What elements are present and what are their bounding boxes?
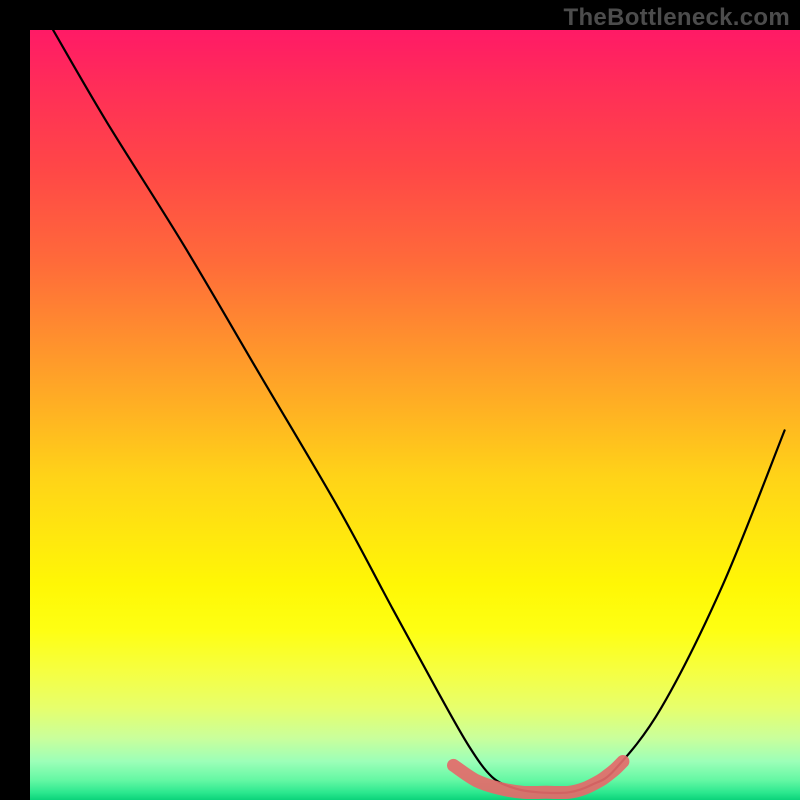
watermark-text: TheBottleneck.com — [564, 4, 790, 32]
bottleneck-curve — [53, 30, 785, 793]
chart-frame: TheBottleneck.com — [0, 0, 800, 800]
plot-area — [30, 30, 800, 800]
trough-highlight — [454, 762, 623, 793]
curve-layer — [30, 30, 800, 800]
